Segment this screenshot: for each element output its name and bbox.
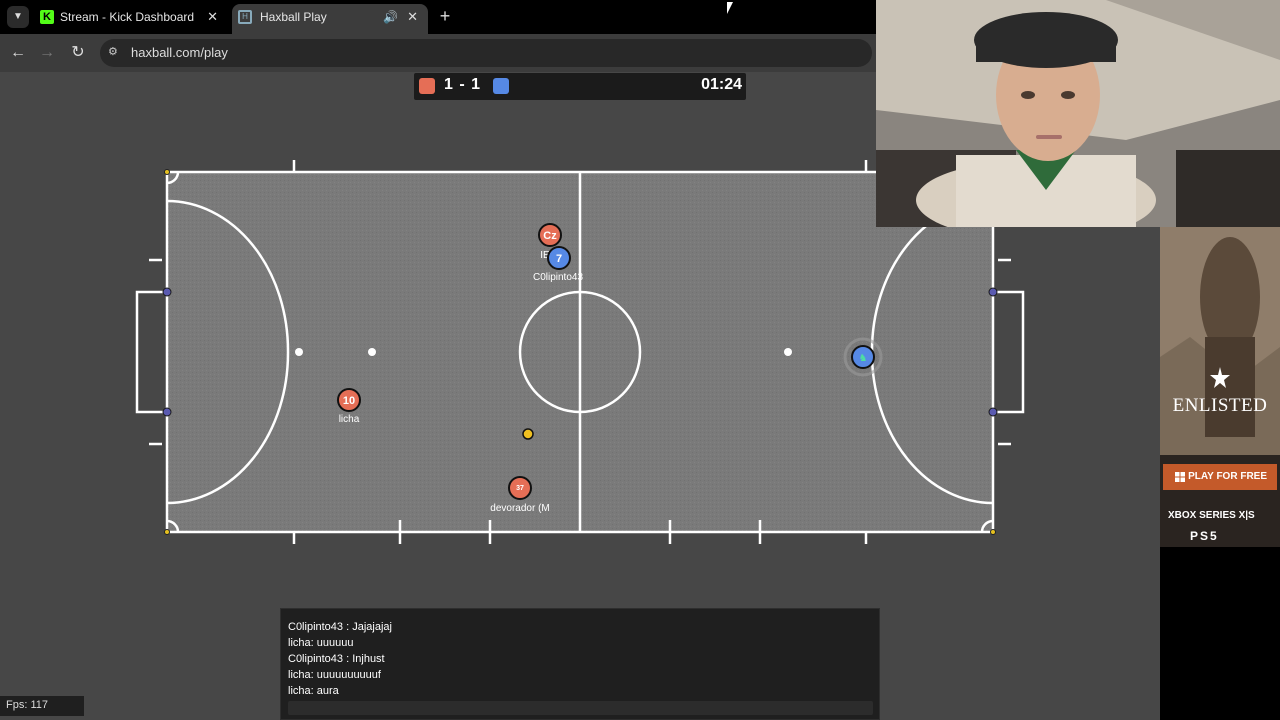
forward-icon[interactable]: → <box>36 42 58 64</box>
mouse-cursor-icon <box>727 2 733 14</box>
windows-icon <box>1175 472 1185 482</box>
penalty-spot <box>295 348 303 356</box>
player-avatar-text: 10 <box>343 395 355 407</box>
chat-input[interactable] <box>288 701 873 715</box>
corner-marker <box>164 169 170 175</box>
player-name-label: licha <box>339 414 360 425</box>
reload-icon[interactable]: ↻ <box>67 42 89 64</box>
url-text: haxball.com/play <box>131 45 228 60</box>
ad-banner[interactable]: ENLISTED PLAY FOR FREE XBOX SERIES X|S P… <box>1160 227 1280 547</box>
goal-post <box>988 407 998 417</box>
play-for-free-label: PLAY FOR FREE <box>1188 471 1267 482</box>
xbox-label: XBOX SERIES X|S <box>1168 510 1255 521</box>
webcam-overlay <box>876 0 1280 227</box>
chat-message: licha: uuuuuuuuuuf <box>288 669 381 681</box>
player-avatar-text: 7 <box>556 253 562 265</box>
corner-marker <box>990 529 996 535</box>
fps-counter: Fps: 117 <box>0 696 84 716</box>
side-panel <box>1160 547 1280 720</box>
tab-kick-dashboard[interactable]: K Stream - Kick Dashboard ✕ <box>32 4 228 32</box>
tab-search-button[interactable]: ▼ <box>7 6 29 28</box>
play-for-free-button[interactable]: PLAY FOR FREE <box>1163 464 1277 490</box>
ball <box>522 428 534 440</box>
kick-icon: K <box>40 10 54 24</box>
close-tab-icon[interactable]: ✕ <box>407 4 418 30</box>
chat-message: C0lipinto43 : Injhust <box>288 653 385 665</box>
goal-post <box>162 407 172 417</box>
chat-message: licha: uuuuuu <box>288 637 354 649</box>
address-bar-row: ← → ↻ ⚙ haxball.com/play <box>0 34 876 72</box>
webcam-image <box>876 0 1280 227</box>
goal-post <box>988 287 998 297</box>
tab-title: Stream - Kick Dashboard <box>60 10 195 24</box>
chat-message: C0lipinto43 : Jajajajaj <box>288 621 392 633</box>
player-avatar-text: 37 <box>516 485 524 492</box>
url-bar[interactable]: ⚙ haxball.com/play <box>100 39 872 67</box>
screen: { "browser": { "tabs": [ {"title": "Stre… <box>0 0 1280 720</box>
audio-icon[interactable]: 🔊 <box>383 4 398 30</box>
player-name-label: devorador (M <box>490 503 549 514</box>
penalty-spot <box>784 348 792 356</box>
ad-title: ENLISTED <box>1172 395 1268 416</box>
horse-icon: ♞ <box>859 353 868 364</box>
close-tab-icon[interactable]: ✕ <box>207 4 218 30</box>
player-avatar-text: Cz <box>543 230 557 242</box>
new-tab-button[interactable]: + <box>434 6 456 28</box>
tab-haxball-play[interactable]: H Haxball Play 🔊 ✕ <box>232 4 428 34</box>
chat-box: C0lipinto43 : Jajajajaj licha: uuuuuu C0… <box>280 608 880 720</box>
ps5-label: PS5 <box>1190 529 1219 543</box>
site-info-icon[interactable]: ⚙ <box>108 45 122 59</box>
player-licha: 10 licha <box>337 388 361 425</box>
tab-title: Haxball Play <box>260 10 327 24</box>
back-icon[interactable]: ← <box>7 42 29 64</box>
penalty-spot <box>368 348 376 356</box>
goal-post <box>162 287 172 297</box>
haxball-icon: H <box>238 10 252 24</box>
tab-bar: ▼ K Stream - Kick Dashboard ✕ H Haxball … <box>0 0 876 34</box>
left-goal <box>135 290 167 414</box>
ad-image <box>1160 227 1280 547</box>
right-goal <box>993 290 1025 414</box>
chat-message: licha: aura <box>288 685 339 697</box>
corner-marker <box>164 529 170 535</box>
player-name-label: C0lipinto43 <box>533 272 583 283</box>
